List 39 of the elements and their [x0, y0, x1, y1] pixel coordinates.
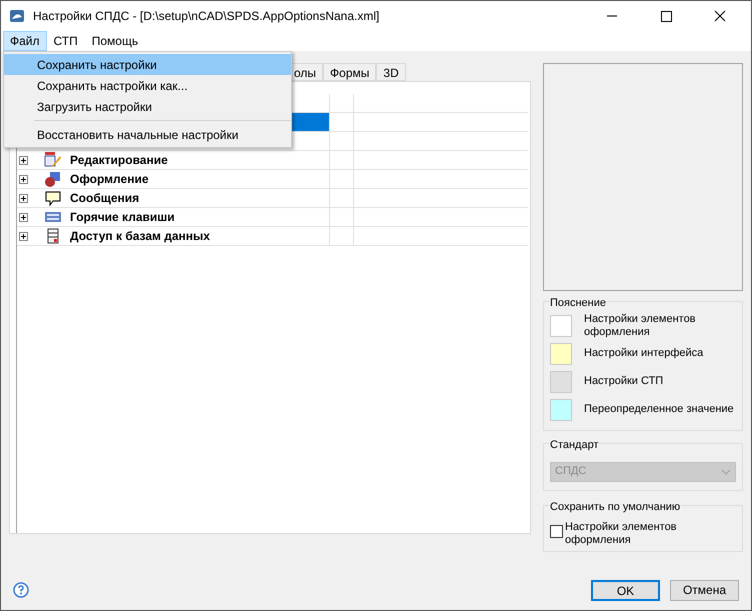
legend-label: Настройки интерфейса [584, 347, 704, 360]
tree-row[interactable]: Горячие клавиши [17, 208, 329, 226]
tree-label: Горячие клавиши [70, 209, 175, 226]
tree-label: Редактирование [70, 152, 168, 169]
menu-item[interactable]: СТП [46, 31, 85, 51]
chevron-down-icon [721, 468, 731, 474]
menu-option[interactable]: Загрузить настройки [4, 96, 291, 117]
app-icon [9, 8, 25, 24]
dialog-button[interactable]: Отмена [670, 580, 739, 600]
pencil-icon [44, 151, 62, 169]
speech-bubble-icon [44, 189, 62, 207]
expand-icon[interactable] [19, 212, 28, 222]
window-title: Настройки СПДС - [D:\setup\nCAD\SPDS.AppOptionsNana.xml] [33, 8, 380, 25]
checkbox-label: Настройки элементов оформления [565, 521, 678, 547]
checkbox[interactable] [550, 525, 563, 538]
dialog-button[interactable]: OK [591, 580, 660, 600]
legend-label: Настройки элементов оформления [584, 312, 697, 338]
tab[interactable]: 3D [376, 63, 406, 81]
legend-label: Настройки СТП [584, 375, 664, 388]
menu-item[interactable]: Помощь [84, 31, 146, 51]
expand-icon[interactable] [19, 174, 28, 184]
help-icon[interactable] [13, 582, 29, 598]
shapes-icon [44, 170, 62, 188]
menu-option[interactable]: Сохранить настройки [4, 54, 291, 75]
tree-label: Оформление [70, 171, 148, 188]
tree-row[interactable]: Доступ к базам данных [17, 227, 329, 245]
tree-label: Сообщения [70, 190, 140, 207]
group-title: Стандарт [550, 437, 599, 454]
tree-row[interactable]: Оформление [17, 170, 329, 188]
expand-icon[interactable] [19, 232, 28, 240]
legend-label: Переопределенное значение [584, 403, 734, 416]
expand-icon[interactable] [19, 194, 28, 202]
tree-row[interactable]: Сообщения [17, 189, 329, 207]
tree-label: Доступ к базам данных [70, 228, 210, 245]
expand-icon[interactable] [19, 156, 28, 164]
tree-row[interactable]: Редактирование [17, 151, 329, 169]
menu-item[interactable]: Файл [3, 31, 47, 51]
menu-option[interactable]: Восстановить начальные настройки [4, 124, 291, 145]
tab[interactable]: Формы [323, 63, 376, 81]
